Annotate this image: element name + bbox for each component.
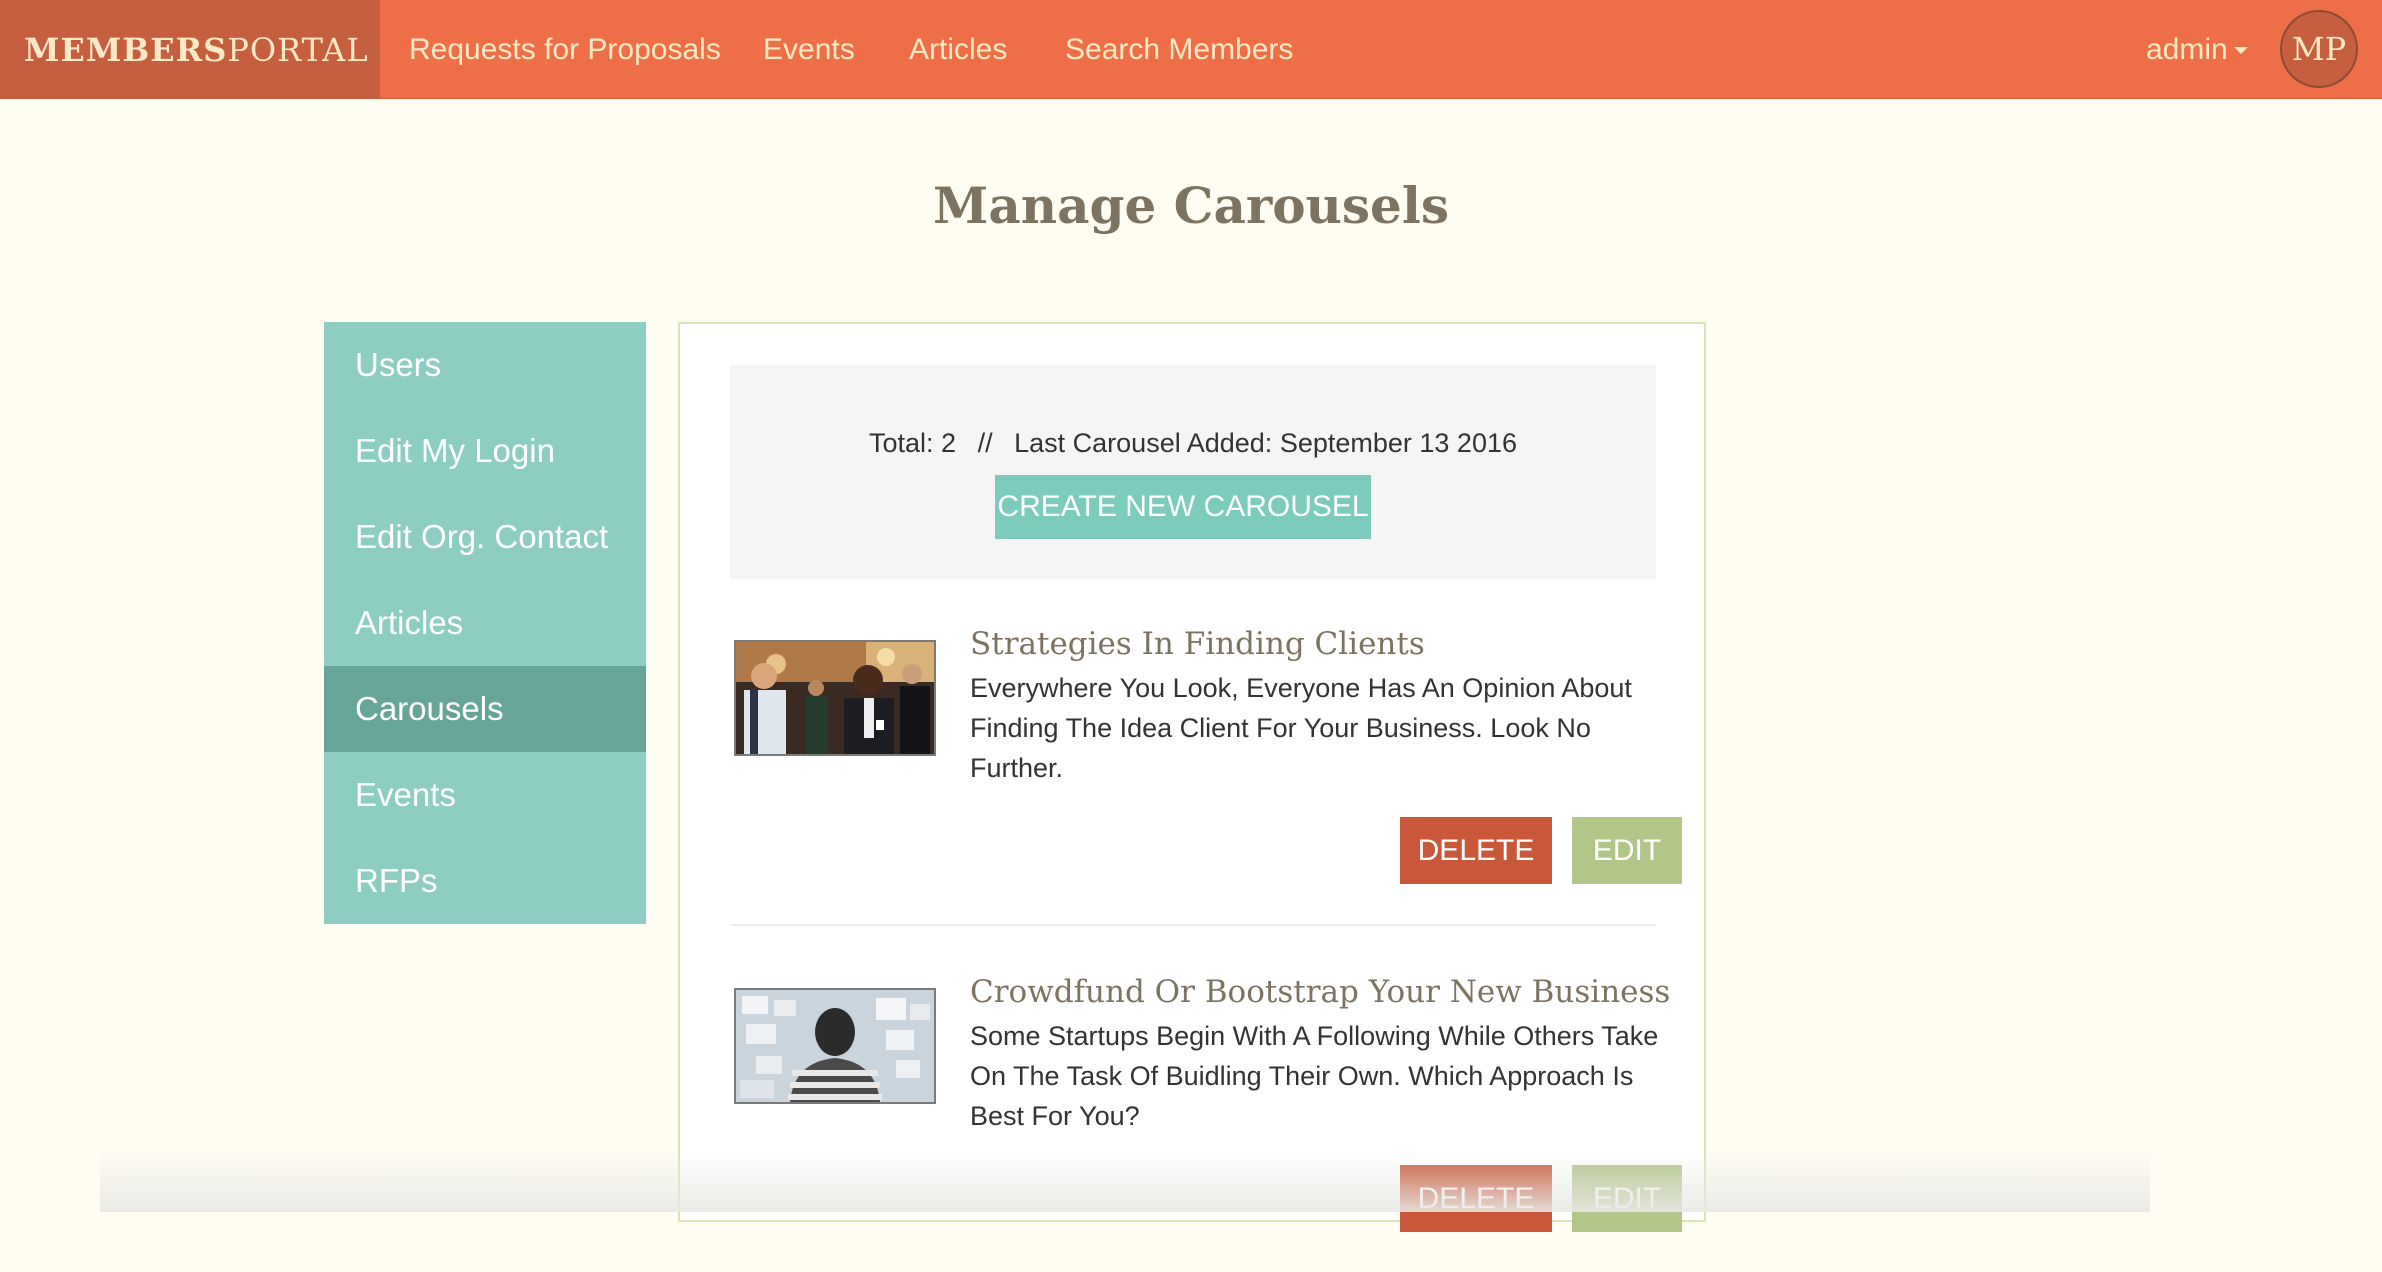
- nav-link-search-members[interactable]: Search Members: [1065, 0, 1293, 99]
- sidebar: Users Edit My Login Edit Org. Contact Ar…: [324, 322, 646, 924]
- sidebar-item-events[interactable]: Events: [324, 752, 646, 838]
- last-added-label: Last Carousel Added:: [1014, 428, 1273, 458]
- carousel-title[interactable]: Strategies In Finding Clients: [970, 624, 1425, 664]
- carousel-thumbnail-planning-board[interactable]: [734, 988, 936, 1104]
- edit-button[interactable]: EDIT: [1572, 817, 1682, 884]
- total-value: 2: [941, 428, 957, 458]
- people-networking-image: [736, 642, 934, 754]
- carousel-summary: Total: 2 // Last Carousel Added: Septemb…: [730, 365, 1656, 579]
- delete-button[interactable]: DELETE: [1400, 1165, 1552, 1232]
- carousel-description-line: Further.: [970, 753, 1064, 783]
- edit-button[interactable]: EDIT: [1572, 1165, 1682, 1232]
- delete-button[interactable]: DELETE: [1400, 817, 1552, 884]
- create-new-carousel-button[interactable]: CREATE NEW CAROUSEL: [995, 475, 1371, 539]
- carousel-description-line: Best For You?: [970, 1101, 1140, 1131]
- carousel-description-line: Everywhere You Look, Everyone Has An Opi…: [970, 673, 1632, 703]
- carousel-description: Everywhere You Look, Everyone Has An Opi…: [970, 668, 1650, 788]
- carousel-description: Some Startups Begin With A Following Whi…: [970, 1016, 1659, 1136]
- divider: [730, 924, 1656, 926]
- carousel-description-line: On The Task Of Buidling Their Own. Which…: [970, 1061, 1634, 1091]
- carousel-description-line: Some Startups Begin With A Following Whi…: [970, 1021, 1659, 1051]
- nav-link-events[interactable]: Events: [763, 0, 855, 99]
- carousels-panel: Total: 2 // Last Carousel Added: Septemb…: [678, 322, 1706, 1232]
- person-at-board-image: [736, 990, 934, 1102]
- sidebar-item-edit-org-contact[interactable]: Edit Org. Contact: [324, 494, 646, 580]
- brand-logo[interactable]: MEMBERS PORTAL: [0, 0, 380, 99]
- carousel-list-item: Strategies In Finding Clients Everywhere…: [730, 624, 1682, 924]
- carousel-thumbnail-networking[interactable]: [734, 640, 936, 756]
- nav-link-articles[interactable]: Articles: [909, 0, 1007, 99]
- sidebar-item-rfps[interactable]: RFPs: [324, 838, 646, 924]
- user-menu-dropdown[interactable]: admin: [2146, 0, 2248, 99]
- sidebar-item-edit-my-login[interactable]: Edit My Login: [324, 408, 646, 494]
- chevron-down-icon: [2233, 47, 2248, 54]
- nav-link-rfps[interactable]: Requests for Proposals: [409, 0, 721, 99]
- summary-line: Total: 2 // Last Carousel Added: Septemb…: [730, 425, 1656, 461]
- sidebar-item-carousels[interactable]: Carousels: [324, 666, 646, 752]
- carousel-description-line: Finding The Idea Client For Your Busines…: [970, 713, 1591, 743]
- user-menu-label: admin: [2146, 32, 2228, 66]
- brand-text-rest: PORTAL: [227, 30, 369, 69]
- sidebar-item-users[interactable]: Users: [324, 322, 646, 408]
- brand-text-bold: MEMBERS: [24, 30, 228, 69]
- total-label: Total:: [868, 428, 934, 458]
- last-added-value: September 13 2016: [1279, 428, 1518, 458]
- top-navbar: MEMBERS PORTAL Requests for Proposals Eve…: [0, 0, 2382, 99]
- carousel-list-item: Crowdfund Or Bootstrap Your New Business…: [730, 972, 1682, 1272]
- page-title: Manage Carousels: [932, 176, 1449, 235]
- avatar[interactable]: MP: [2280, 10, 2358, 88]
- carousel-title[interactable]: Crowdfund Or Bootstrap Your New Business: [970, 972, 1670, 1012]
- sidebar-item-articles[interactable]: Articles: [324, 580, 646, 666]
- summary-separator: //: [977, 428, 993, 458]
